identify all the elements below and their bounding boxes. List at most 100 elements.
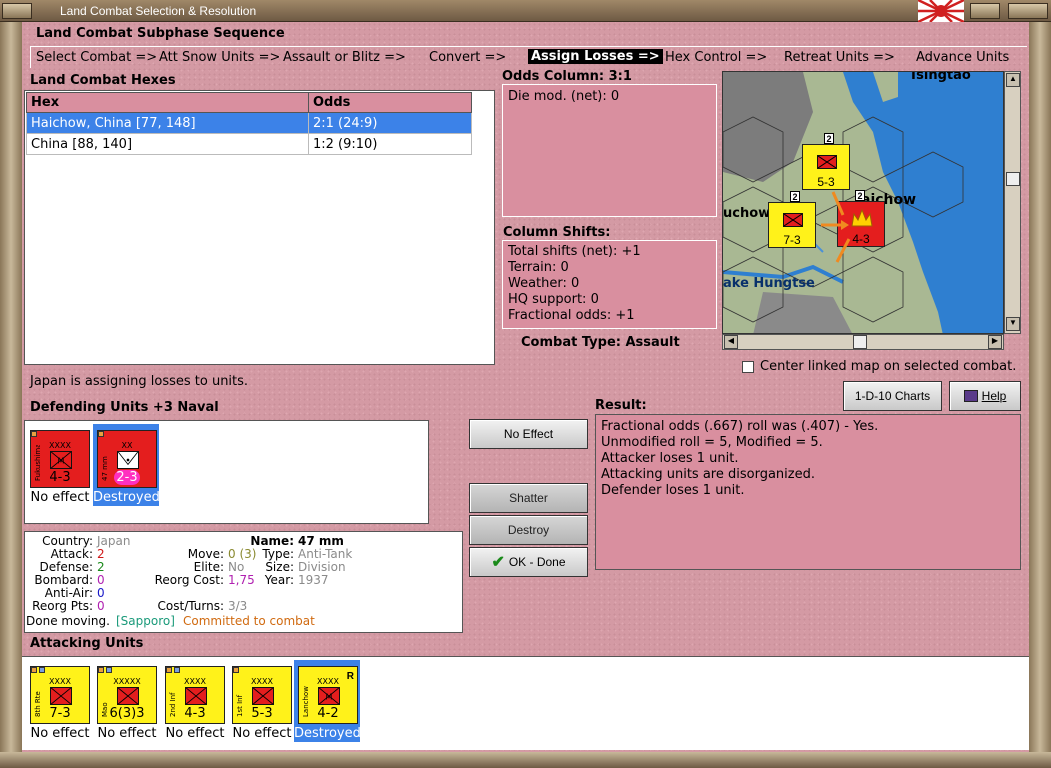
- status-marker-icon: [98, 431, 104, 437]
- attacking-unit-lanchow[interactable]: XXXX R Lanchow M 4-2: [298, 666, 358, 724]
- bombard-label: Bombard:: [34, 573, 93, 587]
- table-row[interactable]: Haichow, China [77, 148] 2:1 (24:9): [26, 112, 472, 134]
- attacking-unit-2nd-inf[interactable]: XXXX 2nd Inf 4-3: [165, 666, 225, 724]
- attacking-unit-8th-rte[interactable]: XXXX 8th Rte 7-3: [30, 666, 90, 724]
- map-vertical-scrollbar[interactable]: ▲ ▼: [1004, 71, 1021, 334]
- status-marker-icon: [31, 431, 37, 437]
- shatter-button[interactable]: Shatter: [469, 483, 588, 513]
- subphase-convert[interactable]: Convert =>: [429, 50, 506, 65]
- restore-button[interactable]: [970, 3, 1000, 19]
- unit-strength: 7-3: [49, 706, 71, 721]
- map-unit-stack[interactable]: 2 5-3: [802, 133, 850, 190]
- defending-unit-47mm[interactable]: XX 47 mm 2-3: [97, 430, 157, 488]
- help-button[interactable]: Help: [949, 381, 1021, 411]
- defending-unit-fukushima[interactable]: XXXX Fukushima M 4-3: [30, 430, 90, 488]
- column-header-hex[interactable]: Hex: [26, 92, 309, 113]
- subphase-retreat-units[interactable]: Retreat Units =>: [784, 50, 895, 65]
- size-value: Division: [298, 560, 346, 574]
- unit-strength: 4-2: [317, 706, 339, 721]
- country-value: Japan: [97, 534, 131, 548]
- stack-count: 2: [824, 133, 834, 144]
- center-map-label: Center linked map on selected combat.: [760, 359, 1017, 374]
- unit-strength: 2-3: [98, 470, 156, 485]
- reserve-marker: R: [346, 671, 354, 682]
- destroy-button-label: Destroy: [507, 523, 550, 537]
- mech-symbol-icon: M: [50, 451, 72, 469]
- unit-result-label: No effect: [30, 726, 90, 741]
- type-value: Anti-Tank: [298, 547, 353, 561]
- hex-cell[interactable]: Haichow, China [77, 148]: [26, 112, 309, 134]
- defense-label: Defense:: [39, 560, 93, 574]
- charts-button[interactable]: 1-D-10 Charts: [843, 381, 942, 411]
- table-row[interactable]: China [88, 140] 1:2 (9:10): [26, 133, 472, 155]
- scroll-right-icon[interactable]: ▶: [988, 335, 1002, 349]
- center-map-checkbox[interactable]: [742, 361, 754, 373]
- result-line: Defender loses 1 unit.: [601, 483, 745, 498]
- anti-tank-symbol-icon: [117, 451, 139, 469]
- svg-text:M: M: [325, 693, 332, 702]
- odds-cell[interactable]: 2:1 (24:9): [308, 112, 472, 134]
- system-menu-button[interactable]: [2, 3, 32, 19]
- unit-strength: 4-3: [184, 706, 206, 721]
- location-text: [Sapporo]: [116, 614, 175, 628]
- unit-result-label: No effect: [30, 490, 90, 505]
- window-frame-left: [0, 22, 22, 768]
- help-book-icon: [963, 390, 978, 402]
- subphase-assign-losses[interactable]: Assign Losses =>: [528, 49, 663, 64]
- year-value: 1937: [298, 573, 329, 587]
- scroll-thumb[interactable]: [1006, 172, 1020, 186]
- status-marker-icon: [166, 667, 172, 673]
- combat-type: Combat Type: Assault: [521, 335, 680, 350]
- scroll-left-icon[interactable]: ◀: [724, 335, 738, 349]
- subphase-assault-or-blitz[interactable]: Assault or Blitz =>: [283, 50, 406, 65]
- attacking-unit-1st-inf[interactable]: XXXX 1st Inf 5-3: [232, 666, 292, 724]
- result-line: Attacking units are disorganized.: [601, 467, 815, 482]
- scroll-up-icon[interactable]: ▲: [1006, 73, 1020, 87]
- destroy-button[interactable]: Destroy: [469, 515, 588, 545]
- hex-cell[interactable]: China [88, 140]: [26, 133, 309, 155]
- scroll-down-icon[interactable]: ▼: [1006, 317, 1020, 331]
- map-horizontal-scrollbar[interactable]: ◀ ▶: [722, 334, 1004, 350]
- reorgcost-label: Reorg Cost:: [154, 573, 224, 587]
- result-header: Result:: [595, 398, 647, 413]
- subphase-hex-control[interactable]: Hex Control =>: [665, 50, 767, 65]
- year-label: Year:: [264, 573, 294, 587]
- status-marker-icon: [233, 667, 239, 673]
- map-unit-stack[interactable]: 2 7-3: [768, 191, 816, 248]
- close-button[interactable]: [1008, 3, 1048, 19]
- rising-sun-flag-icon: [917, 0, 965, 24]
- subphase-select-combat[interactable]: Select Combat =>: [36, 50, 157, 65]
- shift-fractional-odds: Fractional odds: +1: [508, 308, 635, 323]
- unit-strength: 5-3: [251, 706, 273, 721]
- column-header-odds[interactable]: Odds: [308, 92, 472, 113]
- destroyed-marker: 2-3: [114, 470, 140, 485]
- result-line: Fractional odds (.667) roll was (.407) -…: [601, 419, 879, 434]
- costturns-value: 3/3: [228, 599, 248, 613]
- scroll-thumb[interactable]: [853, 335, 867, 349]
- odds-cell[interactable]: 1:2 (9:10): [308, 133, 472, 155]
- unit-result-label: No effect: [165, 726, 225, 741]
- infantry-symbol-icon: [252, 687, 274, 705]
- no-effect-button[interactable]: No Effect: [469, 419, 588, 449]
- map-label-tsingtao: Tsingtao: [909, 71, 971, 83]
- combat-hexes-table: Hex Odds Haichow, China [77, 148] 2:1 (2…: [26, 92, 472, 155]
- done-moving-text: Done moving.: [26, 614, 110, 628]
- size-label: Size:: [265, 560, 294, 574]
- subphase-header: Land Combat Subphase Sequence: [36, 26, 285, 41]
- shift-total: Total shifts (net): +1: [508, 244, 641, 259]
- help-button-label: Help: [981, 389, 1007, 403]
- name-label: Name:: [250, 534, 294, 548]
- table-header-row: Hex Odds: [26, 92, 472, 113]
- attacking-unit-mao[interactable]: XXXXX Mao 6(3)3: [97, 666, 157, 724]
- ok-done-button[interactable]: ✔ OK - Done: [469, 547, 588, 577]
- status-marker-icon: [174, 667, 180, 673]
- checkmark-icon: ✔: [491, 554, 505, 571]
- antiair-value: 0: [97, 586, 105, 600]
- unit-strength: 6(3)3: [109, 706, 145, 721]
- subphase-advance-units[interactable]: Advance Units: [916, 50, 1009, 65]
- subphase-att-snow-units[interactable]: Att Snow Units =>: [159, 50, 280, 65]
- status-marker-icon: [106, 667, 112, 673]
- shift-hq-support: HQ support: 0: [508, 292, 599, 307]
- linked-map[interactable]: Tsingtao aichow uchow ake Hungtse 2 5-3 …: [722, 71, 1004, 334]
- svg-text:M: M: [57, 457, 64, 466]
